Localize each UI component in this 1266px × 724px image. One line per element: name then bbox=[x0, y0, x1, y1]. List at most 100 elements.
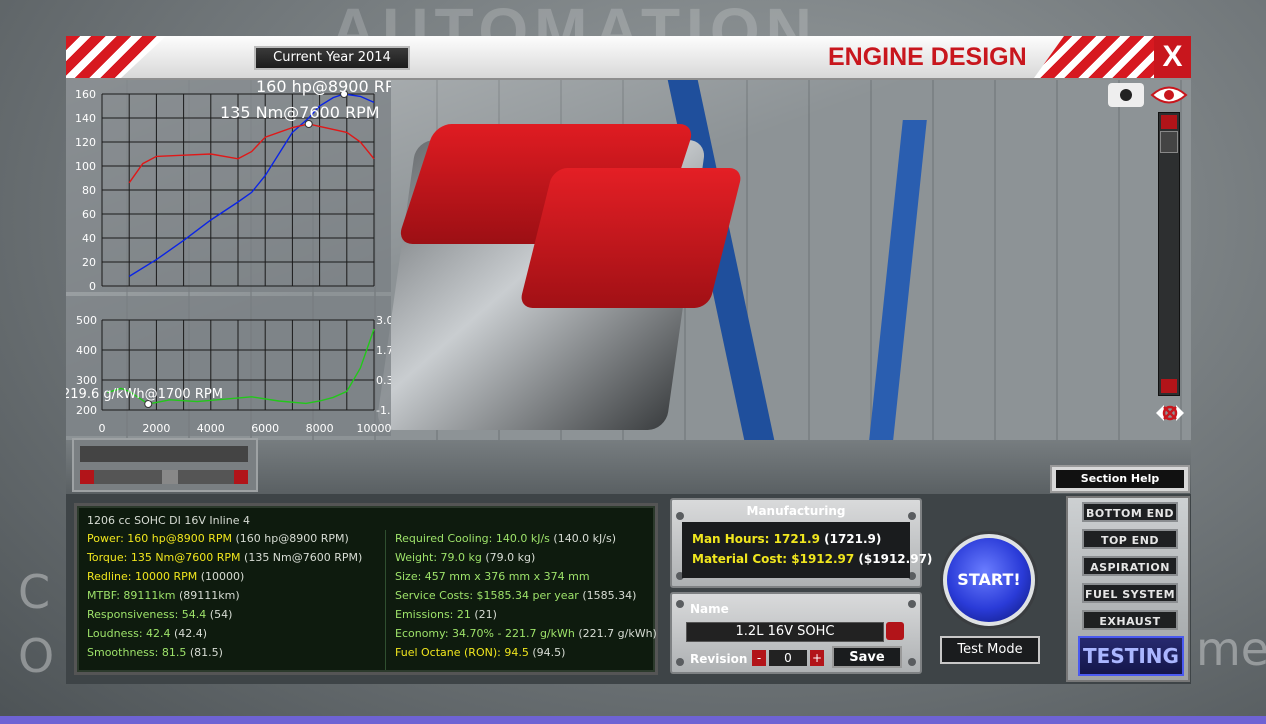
stat-baseline: (10000) bbox=[197, 570, 245, 583]
stat-value: Service Costs: $1585.34 per year bbox=[395, 589, 579, 602]
x-tick-label: 4000 bbox=[197, 422, 225, 435]
stat-baseline: (1585.34) bbox=[578, 589, 637, 602]
section-navigation: BOTTOM END TOP END ASPIRATION FUEL SYSTE… bbox=[1066, 496, 1190, 682]
rotate-icon[interactable] bbox=[1152, 400, 1188, 426]
stat-baseline: (135 Nm@7600 RPM) bbox=[240, 551, 363, 564]
stat-responsiveness: Responsiveness: 54.4 (54) bbox=[87, 606, 232, 624]
background-left-line-1: C bbox=[18, 565, 51, 619]
section-help-button[interactable]: Section Help bbox=[1050, 465, 1190, 493]
background-right-text: me bbox=[1196, 622, 1266, 676]
stat-power: Power: 160 hp@8900 RPM (160 hp@8900 RPM) bbox=[87, 530, 349, 548]
stat-baseline: (42.4) bbox=[170, 627, 208, 640]
zoom-slider-thumb[interactable] bbox=[1160, 131, 1178, 153]
slider-left-arrow-icon[interactable] bbox=[80, 470, 94, 484]
power-torque-chart: 0 20 40 60 80 100 120 140 160 160 hp@8900 RPM 135 … bbox=[66, 77, 408, 293]
y-tick-label: 40 bbox=[82, 232, 96, 245]
stat-baseline: (94.5) bbox=[528, 646, 566, 659]
stat-value: Smoothness: 81.5 bbox=[87, 646, 187, 659]
save-button[interactable]: Save bbox=[832, 646, 902, 668]
x-tick-label: 8000 bbox=[306, 422, 334, 435]
stat-baseline: (54) bbox=[206, 608, 233, 621]
stat-value: Power: 160 hp@8900 RPM bbox=[87, 532, 232, 545]
timeline-slider-bar bbox=[80, 446, 248, 462]
nav-fuel-system-button[interactable]: FUEL SYSTEM bbox=[1082, 583, 1178, 603]
current-year-label: Current Year 2014 bbox=[254, 46, 410, 70]
screw bbox=[676, 600, 684, 608]
man-hours-baseline: (1721.9) bbox=[819, 532, 882, 546]
close-button[interactable]: X bbox=[1154, 36, 1191, 78]
background-left-line-2: O bbox=[18, 629, 55, 683]
nav-top-end-button[interactable]: TOP END bbox=[1082, 529, 1178, 549]
y2-tick-label: 0.3 bbox=[376, 374, 391, 387]
x-tick-label: 6000 bbox=[251, 422, 279, 435]
zoom-in-arrow-icon[interactable] bbox=[1161, 115, 1177, 129]
zoom-slider[interactable] bbox=[1158, 112, 1180, 396]
y-tick-label: 400 bbox=[76, 344, 97, 357]
stat-fuel-octane: Fuel Octane (RON): 94.5 (94.5) bbox=[395, 644, 565, 662]
power-peak-label: 160 hp@8900 RPM bbox=[256, 80, 391, 96]
nav-aspiration-button[interactable]: ASPIRATION bbox=[1082, 556, 1178, 576]
stat-value: Redline: 10000 RPM bbox=[87, 570, 198, 583]
timeline-slider-thumb[interactable] bbox=[162, 470, 178, 484]
y2-tick-label: 3.0 bbox=[376, 314, 391, 327]
fuel-consumption-chart-svg: 200 300 400 500 3.0 1.7 0.3 -1.0 0 2000 4000 6000 80… bbox=[66, 314, 397, 435]
manufacturing-title: Manufacturing bbox=[746, 504, 846, 518]
stat-value: Responsiveness: 54.4 bbox=[87, 608, 207, 621]
stat-value: Fuel Octane (RON): 94.5 bbox=[395, 646, 529, 659]
material-cost: Material Cost: $1912.97 ($1912.97) bbox=[692, 552, 932, 566]
stat-value: Required Cooling: 140.0 kJ/s bbox=[395, 532, 550, 545]
header-stripes-right bbox=[1034, 36, 1154, 78]
y-tick-label: 0 bbox=[89, 280, 96, 292]
stat-baseline: (79.0 kg) bbox=[481, 551, 536, 564]
stat-baseline: (221.7 g/kWh) bbox=[574, 627, 657, 640]
engine-name-panel: Name 1.2L 16V SOHC Revision - 0 + Save bbox=[670, 592, 922, 674]
name-label: Name bbox=[690, 602, 729, 616]
screw bbox=[676, 658, 684, 666]
camera-icon[interactable] bbox=[1108, 83, 1144, 107]
zoom-out-arrow-icon[interactable] bbox=[1161, 379, 1177, 393]
y2-tick-label: 1.7 bbox=[376, 344, 391, 357]
revision-decrement-button[interactable]: - bbox=[752, 650, 766, 666]
stat-baseline: (160 hp@8900 RPM) bbox=[231, 532, 349, 545]
stat-baseline: (21) bbox=[470, 608, 497, 621]
nav-bottom-end-button[interactable]: BOTTOM END bbox=[1082, 502, 1178, 522]
bottom-bar bbox=[0, 716, 1266, 724]
stat-smoothness: Smoothness: 81.5 (81.5) bbox=[87, 644, 223, 662]
engine-stand-leg bbox=[869, 120, 927, 440]
test-mode-button[interactable]: Test Mode bbox=[940, 636, 1040, 664]
nav-testing-button[interactable]: TESTING bbox=[1078, 636, 1184, 676]
eye-icon[interactable] bbox=[1150, 84, 1188, 106]
stat-value: Economy: 34.70% - 221.7 g/kWh bbox=[395, 627, 575, 640]
timeline-slider[interactable] bbox=[72, 438, 258, 492]
material-cost-baseline: ($1912.97) bbox=[854, 552, 933, 566]
power-torque-chart-svg: 0 20 40 60 80 100 120 140 160 160 hp@8900 RPM 135 … bbox=[75, 77, 408, 293]
slider-right-arrow-icon[interactable] bbox=[234, 470, 248, 484]
stat-weight: Weight: 79.0 kg (79.0 kg) bbox=[395, 549, 535, 567]
screw bbox=[908, 658, 916, 666]
screen-title: ENGINE DESIGN bbox=[828, 43, 1027, 71]
x-tick-label: 10000 bbox=[357, 422, 392, 435]
y-tick-label: 160 bbox=[75, 88, 96, 101]
stat-required-cooling: Required Cooling: 140.0 kJ/s (140.0 kJ/s… bbox=[395, 530, 616, 548]
y-tick-label: 200 bbox=[76, 404, 97, 417]
stat-loudness: Loudness: 42.4 (42.4) bbox=[87, 625, 207, 643]
stat-value: Emissions: 21 bbox=[395, 608, 471, 621]
start-button[interactable]: START! bbox=[943, 534, 1035, 626]
torque-peak-label: 135 Nm@7600 RPM bbox=[220, 103, 380, 122]
stat-baseline: (140.0 kJ/s) bbox=[549, 532, 617, 545]
name-dropdown-icon[interactable] bbox=[886, 622, 904, 640]
section-help-label: Section Help bbox=[1056, 470, 1184, 488]
x-tick-label: 0 bbox=[99, 422, 106, 435]
nav-exhaust-button[interactable]: EXHAUST bbox=[1082, 610, 1178, 630]
y-tick-label: 60 bbox=[82, 208, 96, 221]
engine-design-window: Current Year 2014 ENGINE DESIGN X 0 20 40 6… bbox=[66, 36, 1191, 684]
revision-value: 0 bbox=[769, 650, 807, 666]
revision-increment-button[interactable]: + bbox=[810, 650, 824, 666]
x-tick-label: 2000 bbox=[142, 422, 170, 435]
revision-label: Revision bbox=[690, 652, 748, 666]
stat-emissions: Emissions: 21 (21) bbox=[395, 606, 497, 624]
engine-name-input[interactable]: 1.2L 16V SOHC bbox=[686, 622, 884, 642]
screw bbox=[908, 600, 916, 608]
y-tick-label: 100 bbox=[75, 160, 96, 173]
engine-stats-panel: 1206 cc SOHC DI 16V Inline 4 Power: 160 … bbox=[74, 503, 658, 675]
